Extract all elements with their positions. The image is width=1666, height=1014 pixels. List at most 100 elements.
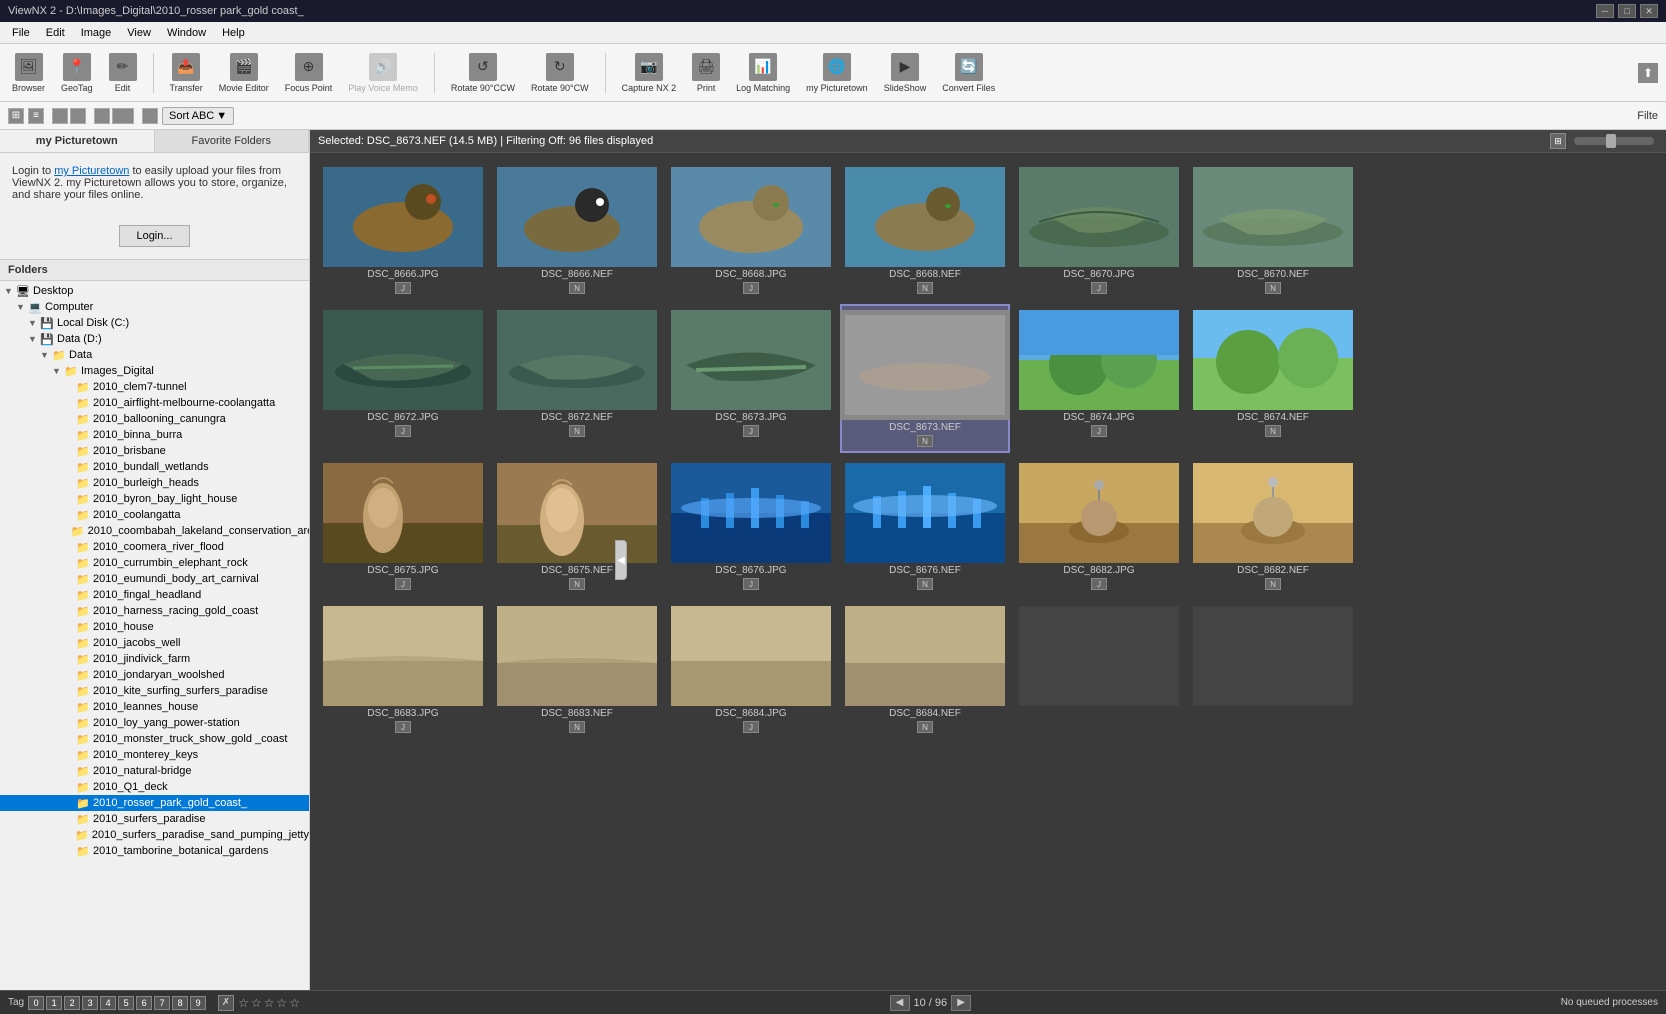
folder-item-desktop[interactable]: ▼ 🖥 Desktop [0, 283, 309, 299]
folder-item-warwick[interactable]: ▶ 📁 2010_warwick_allora_sunflowers [0, 859, 309, 861]
upload-button[interactable]: ⬆ [1638, 63, 1658, 83]
thumbnail-item[interactable]: DSC_8683.NEF N [492, 600, 662, 739]
star-4[interactable]: ☆ [276, 996, 287, 1010]
movie-editor-button[interactable]: 🎬 Movie Editor [215, 51, 273, 95]
folder-item-jindivick[interactable]: ▶ 📁 2010_jindivick_farm [0, 651, 309, 667]
thumbnail-item[interactable]: DSC_8682.JPG J [1014, 457, 1184, 596]
folder-item-q1-deck[interactable]: ▶ 📁 2010_Q1_deck [0, 779, 309, 795]
picturetown-link[interactable]: my Picturetown [54, 165, 129, 177]
convert-files-button[interactable]: 🔄 Convert Files [938, 51, 999, 95]
thumbnail-item[interactable]: DSC_8675.NEF N [492, 457, 662, 596]
tag-box-9[interactable]: 9 [190, 996, 206, 1010]
tag-box-4[interactable]: 4 [100, 996, 116, 1010]
menu-edit[interactable]: Edit [38, 25, 73, 41]
folder-item-images-digital[interactable]: ▼ 📁 Images_Digital [0, 363, 309, 379]
folder-item-ballooning[interactable]: ▶ 📁 2010_ballooning_canungra [0, 411, 309, 427]
folder-item-brisbane[interactable]: ▶ 📁 2010_brisbane [0, 443, 309, 459]
minimize-button[interactable]: ─ [1596, 4, 1614, 18]
print-button[interactable]: 🖨 Print [688, 51, 724, 95]
panel-collapse-button[interactable]: ◀ [615, 540, 627, 580]
star-2[interactable]: ☆ [251, 996, 262, 1010]
tag-box-2[interactable]: 2 [64, 996, 80, 1010]
thumbnail-item[interactable]: DSC_8672.NEF N [492, 304, 662, 453]
folder-item-house[interactable]: ▶ 📁 2010_house [0, 619, 309, 635]
nav-forward-button[interactable] [70, 108, 86, 124]
zoom-slider[interactable] [1574, 137, 1654, 145]
folder-item-fingal[interactable]: ▶ 📁 2010_fingal_headland [0, 587, 309, 603]
menu-view[interactable]: View [119, 25, 159, 41]
close-button[interactable]: ✕ [1640, 4, 1658, 18]
tag-box-6[interactable]: 6 [136, 996, 152, 1010]
folder-options-button[interactable] [112, 108, 134, 124]
folder-item-burleigh[interactable]: ▶ 📁 2010_burleigh_heads [0, 475, 309, 491]
nav-next-button[interactable]: ▶ [951, 995, 971, 1011]
folder-up-button[interactable] [94, 108, 110, 124]
folder-item-loy-yang[interactable]: ▶ 📁 2010_loy_yang_power-station [0, 715, 309, 731]
tag-box-0[interactable]: 0 [28, 996, 44, 1010]
tab-my-picturetown[interactable]: my Picturetown [0, 130, 155, 152]
star-5[interactable]: ☆ [289, 996, 300, 1010]
menu-image[interactable]: Image [73, 25, 120, 41]
thumbnail-item[interactable]: DSC_8683.JPG J [318, 600, 488, 739]
folder-item-tamborine[interactable]: ▶ 📁 2010_tamborine_botanical_gardens [0, 843, 309, 859]
folder-item-rosser-park[interactable]: ▶ 📁 2010_rosser_park_gold_coast_ [0, 795, 309, 811]
nav-back-button[interactable] [52, 108, 68, 124]
folder-item-surfers-sand-pumping[interactable]: ▶ 📁 2010_surfers_paradise_sand_pumping_j… [0, 827, 309, 843]
folder-item-coombabah[interactable]: ▶ 📁 2010_coombabah_lakeland_conservation… [0, 523, 309, 539]
menu-help[interactable]: Help [214, 25, 253, 41]
folder-item-drive-d[interactable]: ▼ 💾 Data (D:) [0, 331, 309, 347]
folder-item-eumundi[interactable]: ▶ 📁 2010_eumundi_body_art_carnival [0, 571, 309, 587]
folder-item-monster-truck[interactable]: ▶ 📁 2010_monster_truck_show_gold _coast [0, 731, 309, 747]
folder-item-binna-burra[interactable]: ▶ 📁 2010_binna_burra [0, 427, 309, 443]
log-matching-button[interactable]: 📊 Log Matching [732, 51, 794, 95]
my-picturetown-button[interactable]: 🌐 my Picturetown [802, 51, 872, 95]
zoom-thumb[interactable] [1606, 134, 1616, 148]
thumbnail-item[interactable]: DSC_8670.JPG J [1014, 161, 1184, 300]
folder-item-kite-surfing[interactable]: ▶ 📁 2010_kite_surfing_surfers_paradise [0, 683, 309, 699]
nav-prev-button[interactable]: ◀ [890, 995, 910, 1011]
browser-button[interactable]: 🖼 Browser [8, 51, 49, 95]
thumbnail-item[interactable]: DSC_8674.JPG J [1014, 304, 1184, 453]
thumbnail-item[interactable]: DSC_8676.NEF N [840, 457, 1010, 596]
folder-item-coolangatta[interactable]: ▶ 📁 2010_coolangatta [0, 507, 309, 523]
tag-box-5[interactable]: 5 [118, 996, 134, 1010]
folder-item-natural-bridge[interactable]: ▶ 📁 2010_natural-bridge [0, 763, 309, 779]
folder-item-airflight[interactable]: ▶ 📁 2010_airflight-melbourne-coolangatta [0, 395, 309, 411]
thumbnail-item[interactable]: DSC_8684.NEF N [840, 600, 1010, 739]
thumbnail-item[interactable]: DSC_8670.NEF N [1188, 161, 1358, 300]
thumbnail-item[interactable]: DSC_8666.NEF N [492, 161, 662, 300]
view-grid-button[interactable]: ⊞ [1550, 133, 1566, 149]
thumbnail-item[interactable]: DSC_8684.JPG J [666, 600, 836, 739]
star-1[interactable]: ☆ [238, 996, 249, 1010]
menu-file[interactable]: File [4, 25, 38, 41]
thumbnail-item[interactable]: DSC_8666.JPG J [318, 161, 488, 300]
login-button[interactable]: Login... [119, 225, 189, 247]
filter-toggle[interactable]: ✗ [218, 995, 234, 1011]
folder-item-computer[interactable]: ▼ 💻 Computer [0, 299, 309, 315]
folder-item-surfers-paradise[interactable]: ▶ 📁 2010_surfers_paradise [0, 811, 309, 827]
focus-point-button[interactable]: ⊕ Focus Point [281, 51, 337, 95]
tag-box-1[interactable]: 1 [46, 996, 62, 1010]
geotag-button[interactable]: 📍 GeoTag [57, 51, 97, 95]
folder-item-harness[interactable]: ▶ 📁 2010_harness_racing_gold_coast [0, 603, 309, 619]
grid-view-button[interactable]: ⊞ [8, 108, 24, 124]
star-rating[interactable]: ☆ ☆ ☆ ☆ ☆ [238, 996, 300, 1010]
maximize-button[interactable]: □ [1618, 4, 1636, 18]
thumbnail-item[interactable]: DSC_8668.JPG J [666, 161, 836, 300]
folder-item-bundall[interactable]: ▶ 📁 2010_bundall_wetlands [0, 459, 309, 475]
copy-button[interactable] [142, 108, 158, 124]
thumbnail-item[interactable]: DSC_8675.JPG J [318, 457, 488, 596]
rotate-cw-button[interactable]: ↻ Rotate 90°CW [527, 51, 593, 95]
tag-box-7[interactable]: 7 [154, 996, 170, 1010]
thumbnail-item[interactable]: DSC_8673.JPG J [666, 304, 836, 453]
tag-box-8[interactable]: 8 [172, 996, 188, 1010]
menu-window[interactable]: Window [159, 25, 214, 41]
transfer-button[interactable]: 📤 Transfer [166, 51, 207, 95]
folder-item-jondaryan[interactable]: ▶ 📁 2010_jondaryan_woolshed [0, 667, 309, 683]
folder-item-leannes[interactable]: ▶ 📁 2010_leannes_house [0, 699, 309, 715]
folder-item-currumbin[interactable]: ▶ 📁 2010_currumbin_elephant_rock [0, 555, 309, 571]
slideshow-button[interactable]: ▶ SlideShow [880, 51, 931, 95]
folder-item-coomera[interactable]: ▶ 📁 2010_coomera_river_flood [0, 539, 309, 555]
star-3[interactable]: ☆ [264, 996, 275, 1010]
thumbnail-item[interactable]: DSC_8672.JPG J [318, 304, 488, 453]
